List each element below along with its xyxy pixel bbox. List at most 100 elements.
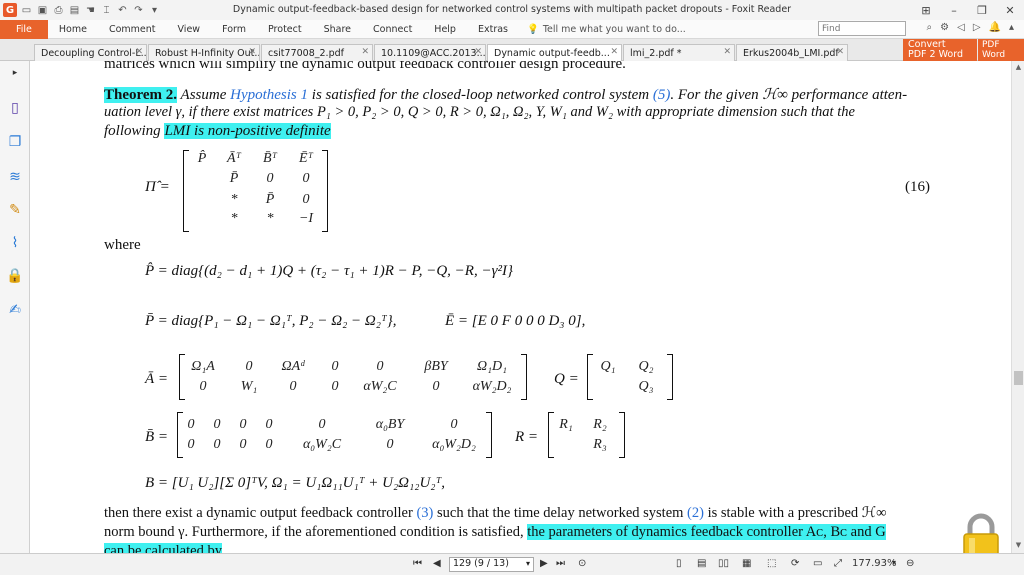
- layers-icon[interactable]: ≋: [6, 168, 24, 186]
- collapse-ribbon-icon[interactable]: ▴: [1009, 22, 1014, 33]
- continuous-view-icon[interactable]: ▤: [697, 558, 706, 569]
- foxit-logo-icon[interactable]: G: [3, 3, 17, 17]
- next-page-icon[interactable]: ▶: [540, 558, 548, 569]
- settings-gear-icon[interactable]: ⚙: [940, 22, 949, 33]
- select-tool-icon[interactable]: ⌶: [100, 4, 113, 17]
- tab-share[interactable]: Share: [313, 20, 362, 39]
- customize-dropdown-icon[interactable]: ▾: [148, 4, 161, 17]
- print-icon[interactable]: ⎙: [52, 4, 65, 17]
- pages-thumbnails-icon[interactable]: ❐: [6, 133, 24, 151]
- tab-view[interactable]: View: [167, 20, 212, 39]
- scroll-up-icon[interactable]: ▲: [1013, 63, 1024, 73]
- close-tab-icon[interactable]: ✕: [135, 47, 143, 57]
- find-input[interactable]: Find: [818, 21, 906, 36]
- matrix-bracket-right: [322, 150, 328, 232]
- tab-form[interactable]: Form: [211, 20, 257, 39]
- lightbulb-icon: 💡: [527, 23, 539, 35]
- highlight-calculated: can be calculated by: [104, 543, 222, 553]
- attachments-icon[interactable]: ⌇: [6, 234, 24, 252]
- facing-view-icon[interactable]: ▯▯: [718, 558, 729, 569]
- equation-2-link[interactable]: (2): [687, 505, 704, 521]
- bbar-cell: 0: [239, 437, 247, 452]
- undo-icon[interactable]: ↶: [116, 4, 129, 17]
- search-icon[interactable]: ⌕: [927, 22, 933, 33]
- back-icon[interactable]: ◁: [957, 22, 965, 33]
- vertical-scrollbar[interactable]: ▲ ▼: [1011, 61, 1024, 553]
- close-tab-icon[interactable]: ✕: [361, 47, 369, 57]
- fit-width-icon[interactable]: ⬚: [767, 558, 776, 569]
- abar-cell: αW₂C: [363, 379, 397, 394]
- page-number-input[interactable]: 129 (9 / 13) ▾: [449, 557, 534, 572]
- q-cell: Q₂: [638, 359, 654, 374]
- scrollbar-thumb[interactable]: [1014, 371, 1023, 385]
- redo-icon[interactable]: ↷: [132, 4, 145, 17]
- zoom-level[interactable]: 177.93%: [852, 558, 897, 569]
- matrix-bracket-right: [521, 354, 527, 400]
- doc-tab-6[interactable]: lmi_2.pdf * ✕: [623, 44, 735, 61]
- zoom-dropdown-icon[interactable]: ▾: [892, 558, 896, 567]
- close-tab-icon[interactable]: ✕: [836, 47, 844, 57]
- previous-page-icon[interactable]: ◀: [433, 558, 441, 569]
- fit-page-icon[interactable]: ▭: [813, 558, 822, 569]
- notification-bell-icon[interactable]: 🔔: [989, 22, 1001, 33]
- tab-help[interactable]: Help: [423, 20, 467, 39]
- bbar-cell: 0: [450, 417, 458, 432]
- doc-tab-1[interactable]: Decoupling Control-L... ✕: [34, 44, 147, 61]
- forward-icon[interactable]: ▷: [973, 22, 981, 33]
- save-icon[interactable]: ▣: [36, 4, 49, 17]
- pdf-to-word-icon[interactable]: PDF Word: [978, 39, 1024, 61]
- equation-3-link[interactable]: (3): [416, 505, 433, 521]
- doc-tab-5-active[interactable]: Dynamic output-feedb... ✕: [487, 44, 622, 61]
- conclusion-line3: can be calculated by: [104, 543, 222, 553]
- security-lock-icon[interactable]: 🔒: [6, 267, 24, 285]
- tab-connect[interactable]: Connect: [362, 20, 423, 39]
- tell-me-box[interactable]: 💡 Tell me what you want to do...: [519, 24, 694, 35]
- hand-tool-icon[interactable]: ☚: [84, 4, 97, 17]
- close-icon[interactable]: ✕: [996, 0, 1024, 20]
- doc-tab-label: csit77008_2.pdf: [268, 48, 344, 59]
- new-doc-icon[interactable]: ▤: [68, 4, 81, 17]
- doc-tab-label: Robust H-Infinity Out...: [155, 48, 260, 59]
- pi-cell: *: [266, 211, 274, 226]
- last-page-icon[interactable]: ⏭: [556, 558, 565, 569]
- close-tab-icon[interactable]: ✕: [723, 47, 731, 57]
- first-page-icon[interactable]: ⏮: [413, 558, 422, 569]
- minimize-icon[interactable]: –: [940, 0, 968, 20]
- doc-tab-label: Dynamic output-feedb...: [494, 48, 610, 59]
- tab-protect[interactable]: Protect: [257, 20, 313, 39]
- tab-file[interactable]: File: [0, 19, 48, 39]
- page-dropdown-icon[interactable]: ▾: [526, 559, 530, 568]
- pi-cell: P̄: [265, 192, 275, 207]
- single-page-view-icon[interactable]: ▯: [676, 558, 682, 569]
- close-tab-icon[interactable]: ✕: [610, 47, 618, 57]
- tab-home[interactable]: Home: [48, 20, 98, 39]
- zoom-out-icon[interactable]: ⊖: [906, 558, 914, 569]
- signature-icon[interactable]: ✍: [6, 301, 24, 319]
- previous-view-icon[interactable]: ⊙: [578, 558, 586, 569]
- open-folder-icon[interactable]: ▭: [20, 4, 33, 17]
- equation-5-link[interactable]: (5): [653, 87, 671, 103]
- pi-cell: *: [230, 192, 238, 207]
- marquee-icon[interactable]: ⤢: [834, 558, 842, 569]
- convert-pdf-button[interactable]: Convert PDF 2 Word: [903, 39, 977, 61]
- doc-tab-2[interactable]: Robust H-Infinity Out... ✕: [148, 44, 260, 61]
- tab-comment[interactable]: Comment: [98, 20, 167, 39]
- tab-extras[interactable]: Extras: [467, 20, 519, 39]
- bookmarks-icon[interactable]: ▯: [6, 99, 24, 117]
- rotate-icon[interactable]: ⟳: [791, 558, 799, 569]
- doc-tab-3[interactable]: csit77008_2.pdf ✕: [261, 44, 373, 61]
- pi-cell: Ēᵀ: [299, 151, 313, 166]
- continuous-facing-view-icon[interactable]: ▦: [742, 558, 751, 569]
- close-tab-icon[interactable]: ✕: [474, 47, 482, 57]
- close-tab-icon[interactable]: ✕: [248, 47, 256, 57]
- hypothesis-link[interactable]: Hypothesis 1: [230, 87, 308, 103]
- doc-tab-7[interactable]: Erkus2004b_LMI.pdf ✕: [736, 44, 848, 61]
- doc-tab-4[interactable]: 10.1109@ACC.2013.... ✕: [374, 44, 486, 61]
- scroll-down-icon[interactable]: ▼: [1013, 541, 1024, 551]
- abar-cell: αW₂D₂: [472, 379, 512, 394]
- restore-icon[interactable]: ❐: [968, 0, 996, 20]
- ribbon-options-icon[interactable]: ⊞: [912, 0, 940, 20]
- comments-icon[interactable]: ✎: [6, 201, 24, 219]
- expand-panel-icon[interactable]: ▸: [6, 64, 24, 82]
- conclusion-text-1: then there exist a dynamic output feedba…: [104, 505, 417, 521]
